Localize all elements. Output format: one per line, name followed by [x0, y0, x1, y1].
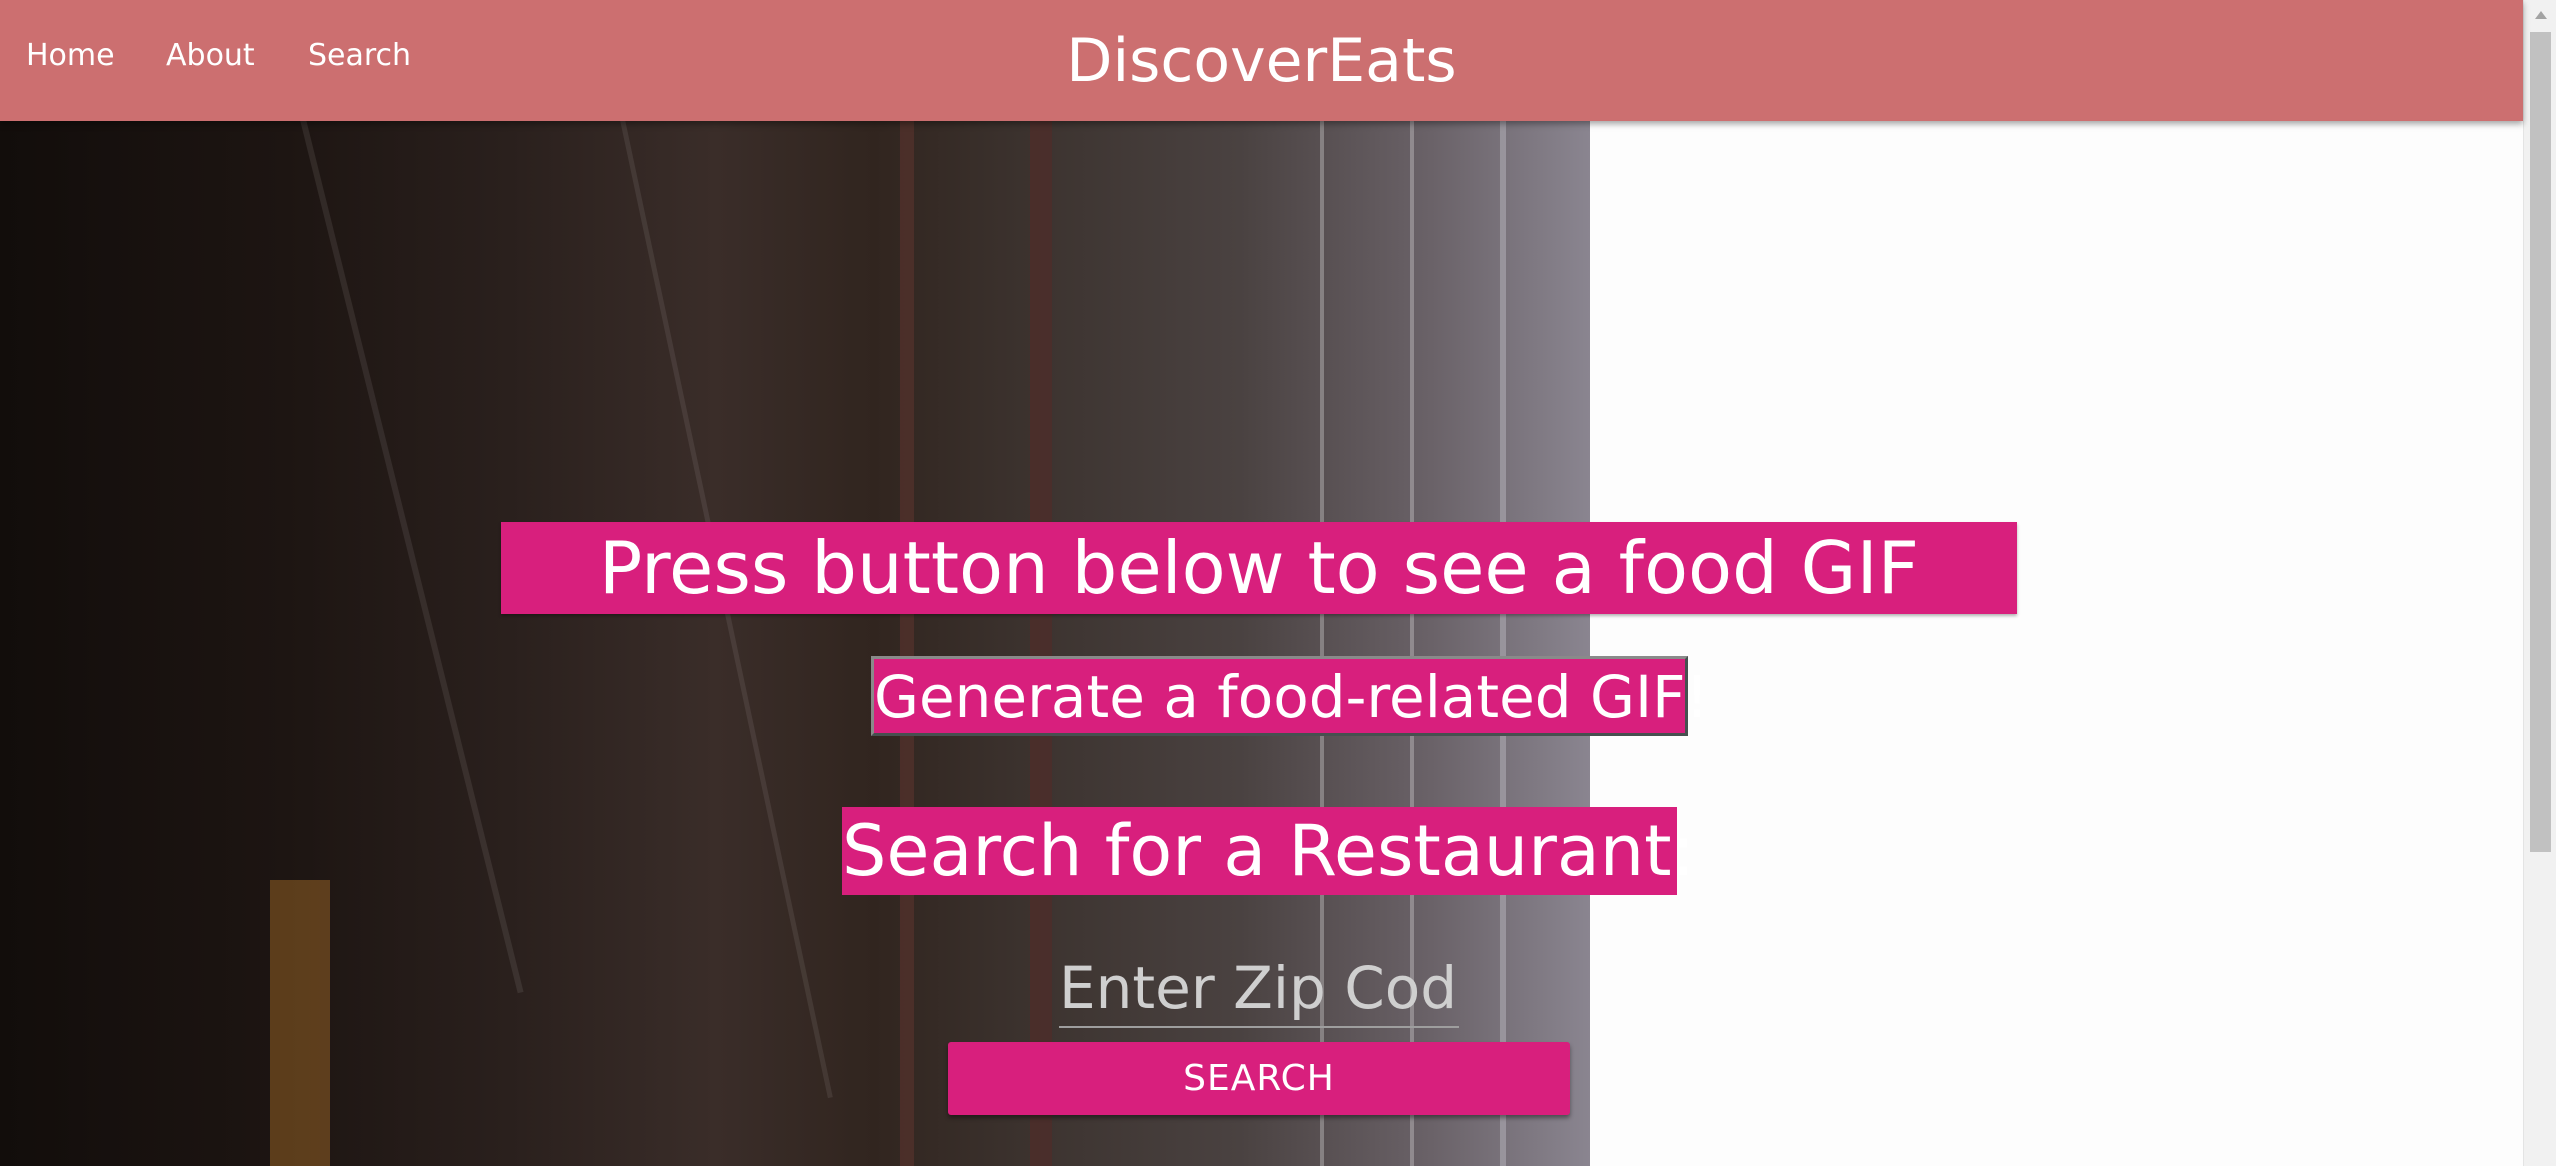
background-streak	[900, 120, 914, 1166]
navbar: Home About Search DiscoverEats	[0, 0, 2523, 121]
page-scrollbar[interactable]	[2523, 0, 2556, 1166]
background-streak	[1030, 120, 1052, 1166]
background-streak	[1500, 120, 1506, 1166]
gif-heading: Press button below to see a food GIF	[501, 522, 2017, 614]
scrollbar-thumb[interactable]	[2530, 32, 2551, 852]
chevron-up-icon[interactable]	[2524, 0, 2556, 30]
zip-code-input[interactable]	[1059, 950, 1459, 1028]
brand-logo[interactable]: DiscoverEats	[0, 26, 2523, 96]
background-streak	[270, 880, 330, 1166]
restaurant-search-heading: Search for a Restaurant:	[842, 807, 1695, 895]
page: Home About Search DiscoverEats Press but…	[0, 0, 2556, 1166]
generate-gif-button[interactable]: Generate a food-related GIF!	[871, 656, 1709, 736]
search-button[interactable]: SEARCH	[948, 1042, 1570, 1115]
